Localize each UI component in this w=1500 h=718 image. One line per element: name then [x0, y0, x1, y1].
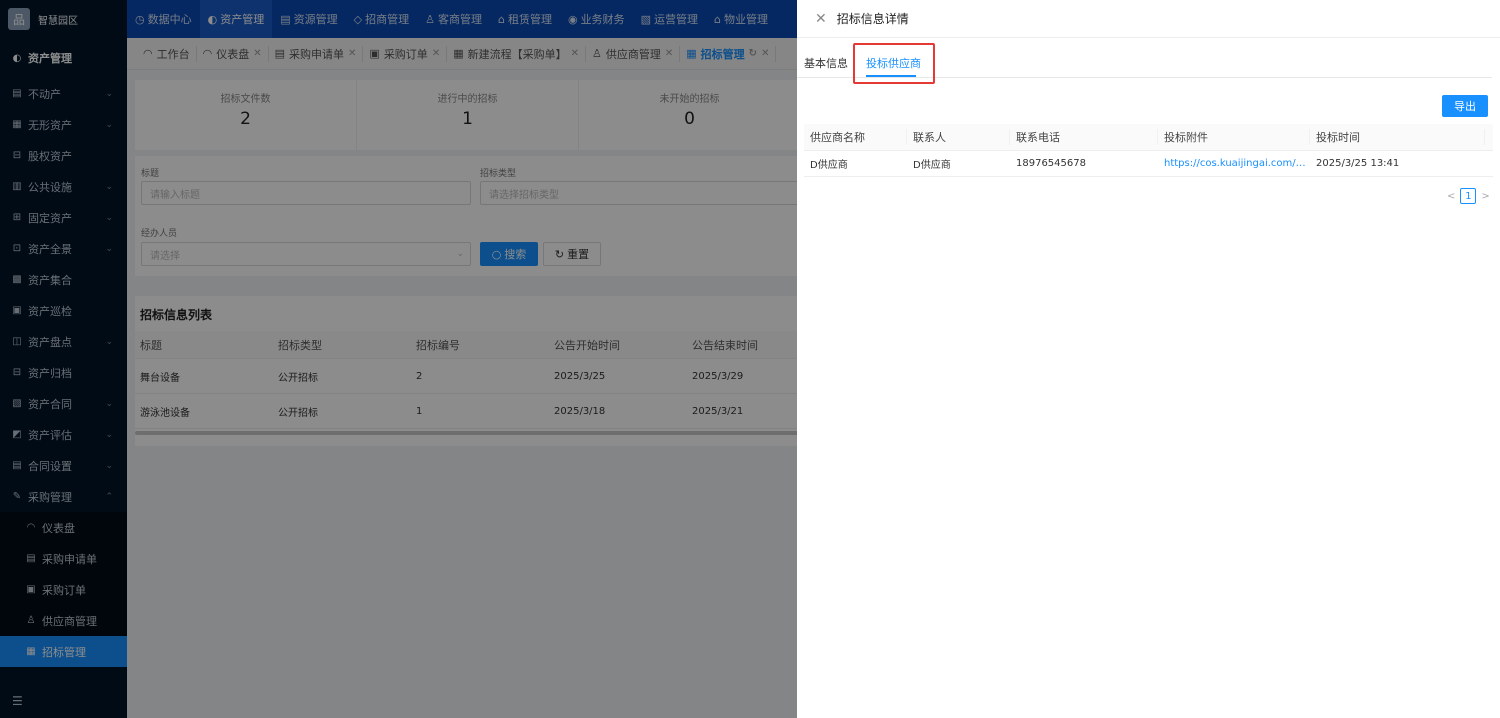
pagination: < 1 >	[1447, 188, 1490, 204]
close-icon[interactable]: ✕	[815, 11, 827, 27]
table-row: D供应商 D供应商 18976545678 https://cos.kuaijinga…	[804, 151, 1493, 177]
table-cell: 18976545678	[1016, 158, 1086, 169]
highlight-box	[853, 43, 935, 84]
table-cell: 2025/3/25 13:41	[1316, 158, 1400, 169]
column-header: 投标附件	[1158, 129, 1310, 145]
drawer-header: ✕ 招标信息详情	[797, 0, 1500, 38]
attachment-link[interactable]: https://cos.kuaijingai.com/upload/o...	[1158, 158, 1310, 169]
export-button[interactable]: 导出	[1442, 95, 1488, 117]
modal-mask[interactable]	[0, 0, 797, 718]
column-header: 投标时间	[1310, 129, 1485, 145]
supplier-table: 供应商名称 联系人 联系电话 投标附件 投标时间 D供应商 D供应商 18976545678 h…	[804, 124, 1493, 177]
pagination-page[interactable]: 1	[1460, 188, 1477, 204]
pagination-prev[interactable]: <	[1447, 191, 1455, 202]
column-header: 供应商名称	[804, 129, 907, 145]
table-header: 供应商名称 联系人 联系电话 投标附件 投标时间	[804, 124, 1493, 151]
tab-basic-info[interactable]: 基本信息	[804, 55, 848, 71]
column-header: 联系人	[907, 129, 1010, 145]
column-header: 联系电话	[1010, 129, 1158, 145]
app-root: 品 智慧园区 ◐ 资产管理 ▤ 不动产 ⌄ ▦ 无形资产 ⌄ ⊟ 股权资产 ▥ 公共设施 ⌄ ⊞ 固定资…	[0, 0, 1500, 718]
tender-detail-drawer: ✕ 招标信息详情 基本信息 投标供应商 导出 供应商名称 联系人 联系电话 投标附件投…	[797, 0, 1500, 718]
table-cell: D供应商	[810, 160, 848, 171]
table-cell: D供应商	[913, 160, 951, 171]
pagination-next[interactable]: >	[1481, 191, 1489, 202]
drawer-title: 招标信息详情	[836, 12, 909, 26]
